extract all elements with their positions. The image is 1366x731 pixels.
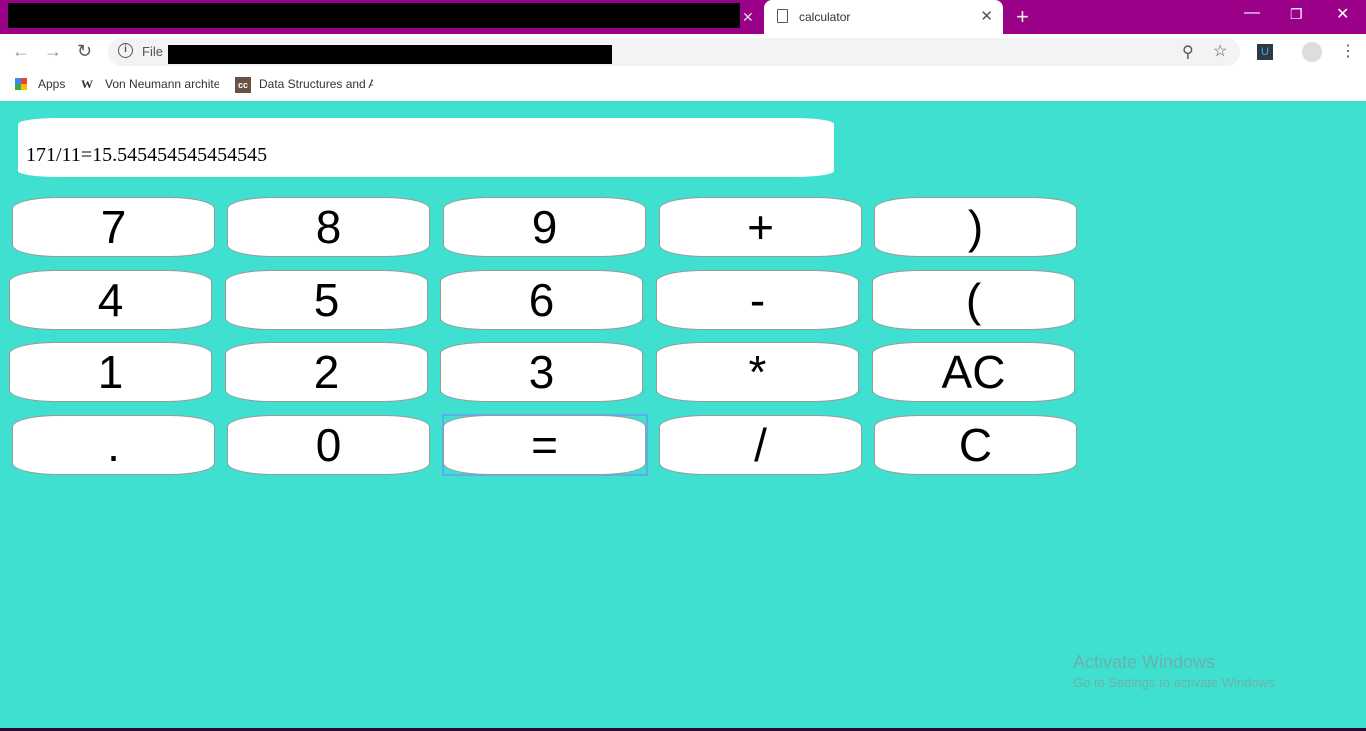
key-clear-button[interactable]: C: [874, 415, 1077, 475]
minimize-button[interactable]: —: [1244, 4, 1260, 22]
key-open-paren-button[interactable]: (: [872, 270, 1075, 330]
key-5-button[interactable]: 5: [225, 270, 428, 330]
browser-titlebar: ✕ calculator ✕ + — ❐ ✕: [0, 0, 1366, 34]
key-multiply-button[interactable]: *: [656, 342, 859, 402]
close-tab-icon[interactable]: ✕: [742, 9, 754, 26]
watermark-title: Activate Windows: [1073, 652, 1216, 672]
bookmark-von-neumann[interactable]: Von Neumann archite: [105, 77, 219, 91]
restore-button[interactable]: ❐: [1290, 6, 1303, 23]
address-bar[interactable]: i File ⚲ ☆: [108, 38, 1240, 66]
info-icon[interactable]: i: [118, 43, 133, 58]
extension-icon[interactable]: U: [1257, 44, 1273, 60]
key-all-clear-button[interactable]: AC: [872, 342, 1075, 402]
profile-avatar[interactable]: [1302, 42, 1322, 62]
key-6-button[interactable]: 6: [440, 270, 643, 330]
key-3-button[interactable]: 3: [440, 342, 643, 402]
tab-title: calculator: [799, 10, 851, 24]
key-8-button[interactable]: 8: [227, 197, 430, 257]
calculator-display[interactable]: 171/11=15.545454545454545: [18, 118, 834, 177]
tab-calculator[interactable]: calculator ✕: [764, 0, 1003, 34]
key-7-button[interactable]: 7: [12, 197, 215, 257]
menu-icon[interactable]: ⋮: [1340, 41, 1356, 61]
redacted-url: [168, 45, 612, 64]
close-window-button[interactable]: ✕: [1336, 4, 1349, 24]
star-icon[interactable]: ☆: [1213, 41, 1227, 61]
wikipedia-icon: W: [81, 77, 93, 91]
forward-button[interactable]: →: [44, 41, 62, 62]
key-close-paren-button[interactable]: ): [874, 197, 1077, 257]
key-0-button[interactable]: 0: [227, 415, 430, 475]
bookmark-data-structures[interactable]: Data Structures and A: [259, 77, 373, 91]
key-1-button[interactable]: 1: [9, 342, 212, 402]
bookmark-apps[interactable]: Apps: [38, 77, 65, 91]
document-icon: [777, 9, 788, 23]
key-equals-button[interactable]: =: [443, 415, 646, 475]
activate-windows-watermark: Activate Windows Go to Settings to activ…: [1073, 652, 1278, 690]
zoom-icon[interactable]: ⚲: [1182, 42, 1194, 62]
apps-icon: [15, 78, 27, 90]
reload-button[interactable]: ↻: [77, 41, 92, 62]
key-4-button[interactable]: 4: [9, 270, 212, 330]
key-divide-button[interactable]: /: [659, 415, 862, 475]
browser-toolbar: ← → ↻ i File ⚲ ☆ U ⋮: [0, 34, 1366, 70]
bookmarks-bar: Apps W Von Neumann archite cc Data Struc…: [0, 70, 1366, 101]
back-button[interactable]: ←: [12, 41, 30, 62]
key-plus-button[interactable]: +: [659, 197, 862, 257]
key-minus-button[interactable]: -: [656, 270, 859, 330]
new-tab-button[interactable]: +: [1016, 4, 1029, 30]
watermark-subtitle: Go to Settings to activate Windows.: [1073, 675, 1279, 690]
address-scheme: File: [142, 44, 163, 59]
key-decimal-button[interactable]: .: [12, 415, 215, 475]
cc-icon: cc: [235, 77, 251, 93]
close-tab-icon[interactable]: ✕: [980, 7, 993, 25]
key-9-button[interactable]: 9: [443, 197, 646, 257]
redacted-tab[interactable]: [8, 3, 740, 28]
key-2-button[interactable]: 2: [225, 342, 428, 402]
